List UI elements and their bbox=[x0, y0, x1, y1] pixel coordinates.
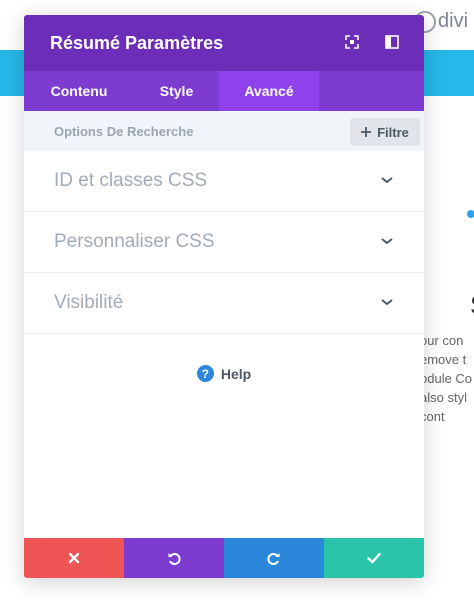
search-input[interactable]: Options De Recherche bbox=[54, 124, 193, 139]
section-visibilite[interactable]: Visibilité bbox=[24, 273, 424, 334]
redo-button[interactable] bbox=[224, 538, 324, 578]
question-icon: ? bbox=[196, 365, 214, 382]
help-link[interactable]: ? Help bbox=[24, 365, 424, 382]
filter-button[interactable]: Filtre bbox=[350, 118, 420, 146]
chevron-down-icon bbox=[381, 238, 393, 245]
search-bar: Options De Recherche Filtre bbox=[24, 111, 424, 151]
sidebar-layout-icon[interactable] bbox=[385, 35, 399, 49]
module-settings-modal: Résumé Paramètres Contenu Style Avancé O… bbox=[24, 15, 424, 578]
section-label: ID et classes CSS bbox=[54, 170, 208, 191]
section-id-classes-css[interactable]: ID et classes CSS bbox=[24, 151, 424, 212]
undo-icon bbox=[168, 553, 181, 565]
save-button[interactable] bbox=[324, 538, 424, 578]
page-body-text: our con emove t odule Co also styl cont bbox=[420, 333, 473, 424]
fullscreen-icon[interactable] bbox=[345, 35, 359, 49]
modal-header: Résumé Paramètres bbox=[24, 15, 424, 71]
divi-logo-text: divi bbox=[438, 10, 469, 32]
tab-avance[interactable]: Avancé bbox=[219, 71, 319, 111]
page-heading-fragment: S bbox=[470, 290, 474, 321]
undo-button[interactable] bbox=[124, 538, 224, 578]
check-icon bbox=[367, 552, 381, 564]
modal-title: Résumé Paramètres bbox=[50, 32, 224, 53]
filter-label: Filtre bbox=[377, 124, 409, 140]
help-label: Help bbox=[220, 365, 252, 382]
section-label: Visibilité bbox=[54, 292, 124, 313]
chevron-down-icon bbox=[381, 299, 393, 306]
chevron-down-icon bbox=[381, 177, 393, 184]
decorative-dot-icon bbox=[467, 210, 474, 218]
modal-footer bbox=[24, 538, 424, 578]
discard-button[interactable] bbox=[24, 538, 124, 578]
redo-icon bbox=[267, 553, 280, 565]
close-icon bbox=[68, 552, 80, 564]
section-personnaliser-css[interactable]: Personnaliser CSS bbox=[24, 212, 424, 273]
tab-style[interactable]: Style bbox=[134, 71, 219, 111]
tab-contenu[interactable]: Contenu bbox=[24, 71, 134, 111]
plus-icon bbox=[361, 127, 372, 137]
tab-bar: Contenu Style Avancé bbox=[24, 71, 424, 111]
section-label: Personnaliser CSS bbox=[54, 231, 215, 252]
